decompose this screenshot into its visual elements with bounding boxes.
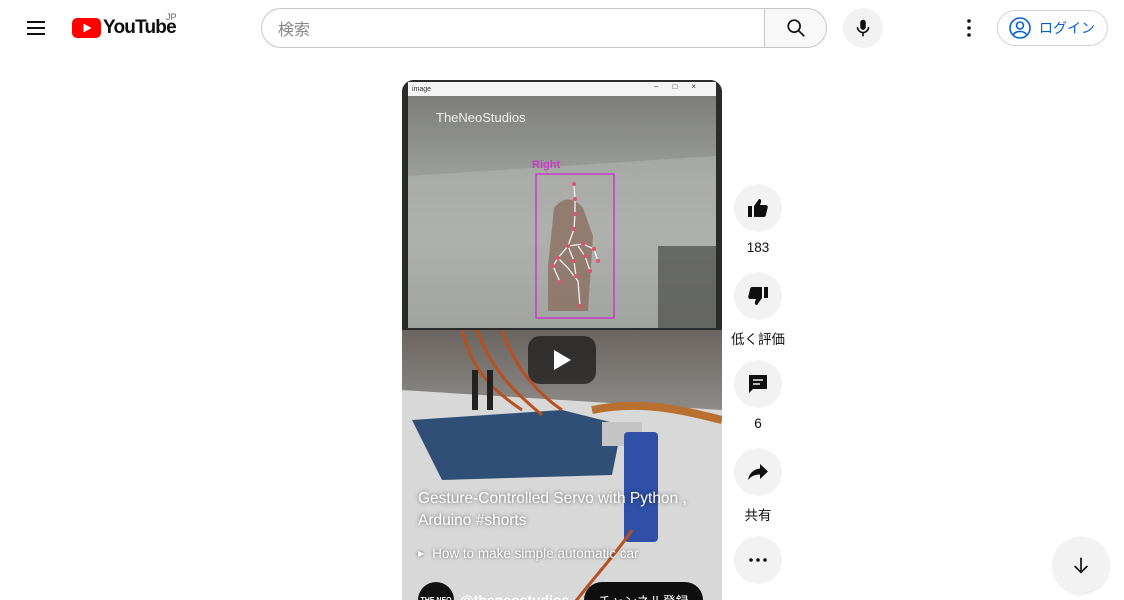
thumb-down-icon	[748, 287, 768, 305]
channel-row: THE NEO @theneostudios チャンネル登録	[418, 582, 718, 600]
comments-button[interactable]	[734, 360, 782, 408]
arrow-down-icon	[1073, 557, 1089, 574]
like-button[interactable]	[734, 184, 782, 232]
share-action: 共有	[734, 448, 782, 524]
play-button[interactable]	[528, 336, 596, 384]
comment-icon	[749, 375, 767, 393]
share-button[interactable]	[734, 448, 782, 496]
thumb-up-icon	[748, 199, 768, 217]
search-button[interactable]	[764, 8, 827, 48]
search-icon	[786, 19, 805, 37]
window-titlebar: image –□×	[408, 82, 716, 96]
share-icon	[748, 464, 768, 480]
like-action: 183	[734, 184, 782, 255]
mic-icon	[856, 19, 870, 37]
window-title: image	[412, 85, 432, 93]
video-frame-top: image –□× TheNeoStudios Right	[402, 80, 722, 330]
detection-label: Right	[532, 159, 560, 171]
login-label: ログイン	[1039, 20, 1095, 36]
region-code: JP	[166, 12, 177, 22]
dislike-label: 低く評価	[731, 332, 785, 347]
related-video-link[interactable]: ▶ How to make simple automatic car	[418, 546, 638, 561]
search-placeholder: 検索	[278, 22, 311, 39]
login-button[interactable]: ログイン	[997, 10, 1108, 46]
dislike-button[interactable]	[734, 272, 782, 320]
share-label: 共有	[744, 508, 772, 523]
comments-action: 6	[734, 360, 782, 431]
more-vert-icon	[967, 19, 971, 37]
related-video-link-text: How to make simple automatic car	[432, 546, 639, 561]
youtube-logo[interactable]: YouTube	[72, 14, 177, 42]
logo-text: YouTube	[103, 17, 177, 38]
more-horiz-icon	[749, 558, 767, 562]
masthead: YouTube JP 検索 ログイン	[0, 0, 1124, 56]
like-count: 183	[746, 240, 770, 255]
next-video-button[interactable]	[1053, 537, 1109, 593]
camera-view: TheNeoStudios Right	[408, 96, 716, 328]
search-input[interactable]: 検索	[261, 8, 764, 48]
account-icon	[1009, 17, 1031, 39]
youtube-logo-icon	[72, 18, 101, 38]
play-icon	[554, 350, 571, 370]
channel-name[interactable]: @theneostudios	[460, 592, 580, 600]
settings-more-button[interactable]	[949, 8, 989, 48]
dislike-action: 低く評価	[731, 272, 785, 348]
short-title[interactable]: Gesture-Controlled Servo with Python , A…	[418, 488, 708, 532]
window-controls: –□×	[654, 82, 710, 91]
more-actions-button[interactable]	[734, 536, 782, 584]
channel-avatar[interactable]: THE NEO	[418, 582, 454, 600]
more-actions	[734, 536, 782, 584]
hand-detection-overlay: Right	[408, 156, 716, 328]
shorts-video-player[interactable]: image –□× TheNeoStudios Right Gesture-Co…	[402, 80, 722, 600]
voice-search-button[interactable]	[843, 8, 883, 48]
menu-icon	[27, 21, 45, 35]
guide-menu-button[interactable]	[16, 8, 56, 48]
comment-count: 6	[754, 416, 762, 431]
link-arrow-icon: ▶	[418, 549, 425, 558]
subscribe-button[interactable]: チャンネル登録	[584, 582, 703, 600]
